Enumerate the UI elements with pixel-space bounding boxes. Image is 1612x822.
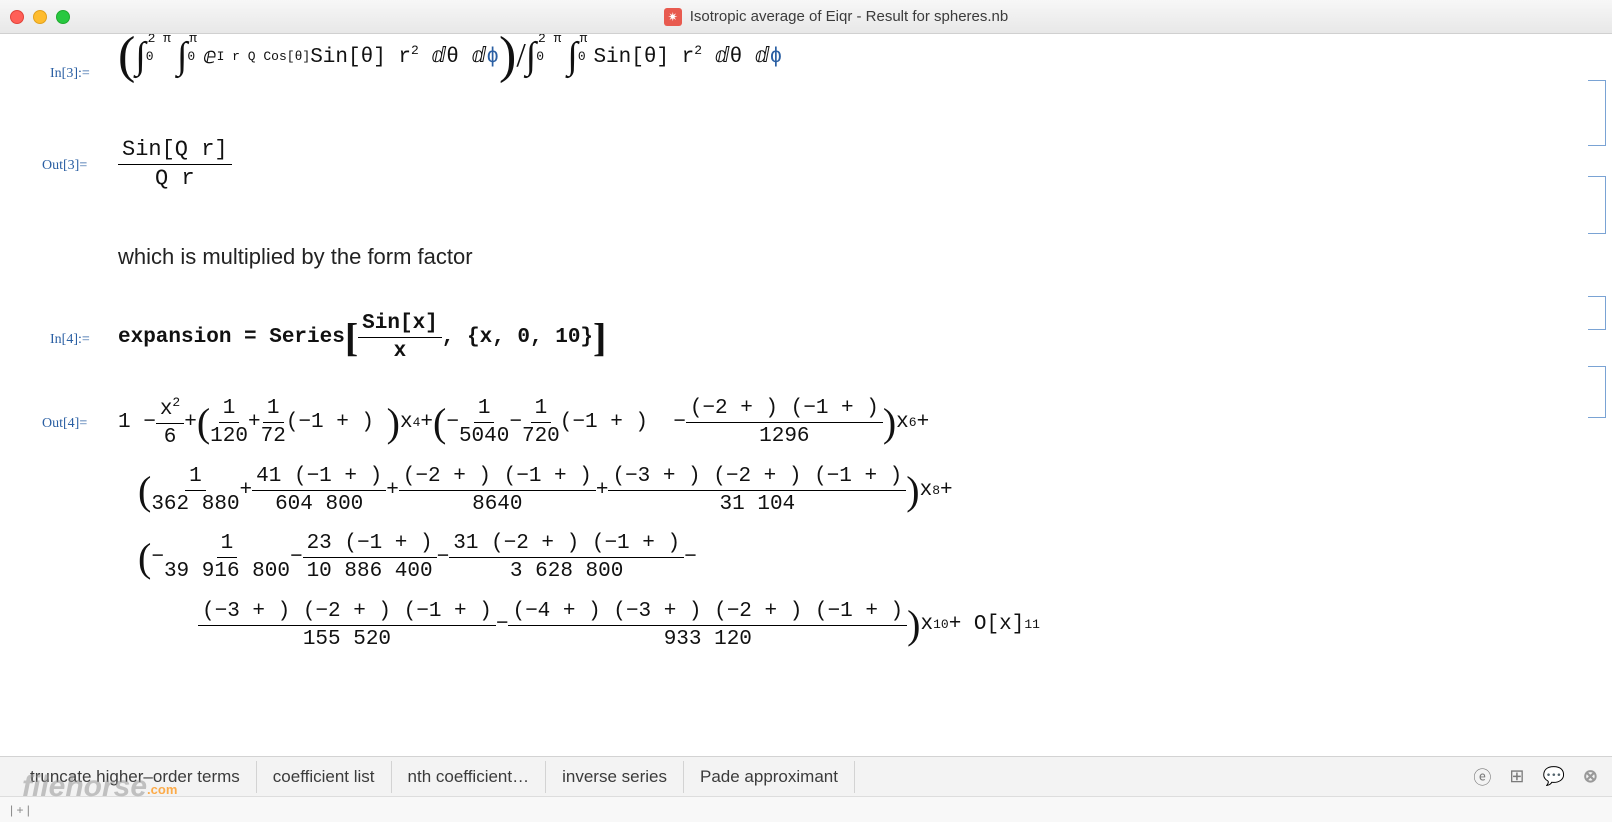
out-label-3: Out[3]= (42, 158, 87, 174)
suggest-nth-coeff[interactable]: nth coefficient… (392, 761, 547, 793)
text-cell[interactable]: which is multiplied by the form factor (118, 244, 1552, 270)
out3-expression[interactable]: Sin[Q r] Q r (118, 138, 1552, 191)
cell-brackets[interactable] (1588, 80, 1606, 418)
suggest-inverse[interactable]: inverse series (546, 761, 684, 793)
window-title: Isotropic average of Eiqr - Result for s… (70, 8, 1602, 26)
title-text: Isotropic average of Eiqr - Result for s… (690, 8, 1009, 25)
out4-expression[interactable]: 1 − x26 + ( 1120 + 172 (−1 + ) ) x4 + (−… (118, 396, 1552, 651)
close-button[interactable] (10, 10, 24, 24)
wolfram-alpha-icon[interactable]: ⓔ (1473, 764, 1491, 790)
titlebar: Isotropic average of Eiqr - Result for s… (0, 0, 1612, 34)
in-label-3: In[3]:= (50, 66, 90, 82)
comment-icon[interactable]: 💬 (1542, 766, 1564, 787)
out-label-4: Out[4]= (42, 416, 87, 432)
zoom-control[interactable]: | + | (10, 803, 30, 817)
watermark: filehorse.com (22, 770, 177, 804)
traffic-lights (10, 10, 70, 24)
out3-den: Q r (155, 165, 195, 191)
close-suggestions-icon[interactable]: ⊗ (1583, 766, 1598, 787)
minimize-button[interactable] (33, 10, 47, 24)
notebook-area[interactable]: In[3]:= ( ∫02 π ∫0π ⅇI r Q Cos[θ] Sin[θ]… (0, 34, 1612, 762)
suggest-pade[interactable]: Pade approximant (684, 761, 855, 793)
in-label-4: In[4]:= (50, 332, 90, 348)
suggest-coeff-list[interactable]: coefficient list (257, 761, 392, 793)
format-icon[interactable]: ⊞ (1509, 766, 1524, 787)
suggestions-bar: truncate higher–order terms coefficient … (0, 756, 1612, 796)
app-icon (664, 8, 682, 26)
in3-expression[interactable]: ( ∫02 π ∫0π ⅇI r Q Cos[θ] Sin[θ] r2 ⅆθ ⅆ… (118, 34, 1552, 78)
out3-num: Sin[Q r] (118, 138, 232, 165)
status-bar: | + | (0, 796, 1612, 822)
maximize-button[interactable] (56, 10, 70, 24)
in4-expression[interactable]: expansion = Series [ Sin[x] x , {x, 0, 1… (118, 312, 1552, 363)
